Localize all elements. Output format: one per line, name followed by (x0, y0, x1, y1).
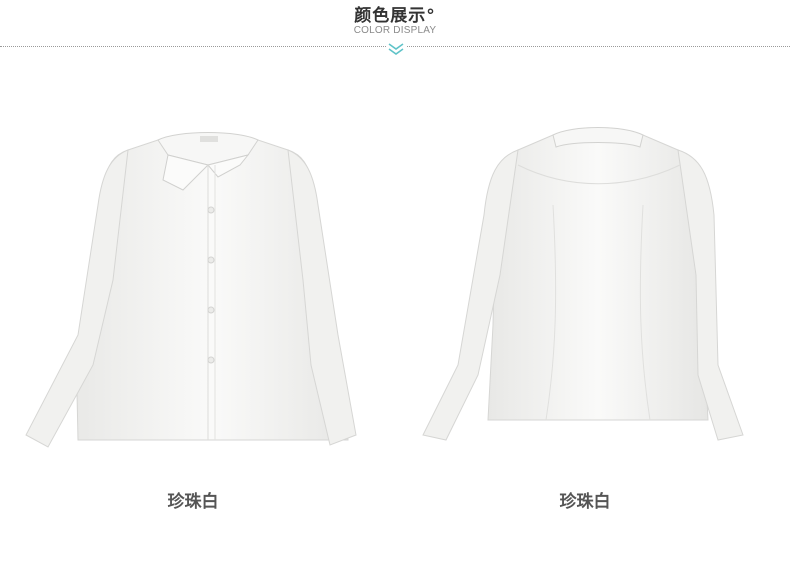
color-name-label-front: 珍珠白 (167, 492, 219, 512)
section-header: 颜色展示° COLOR DISPLAY (0, 0, 790, 70)
double-chevron-down-icon (386, 41, 406, 57)
section-title: 颜色展示° (354, 6, 436, 26)
color-name-label-back: 珍珠白 (559, 492, 611, 512)
section-subtitle: COLOR DISPLAY (353, 25, 437, 36)
product-photo-back (418, 95, 768, 455)
product-photo-front (18, 95, 368, 455)
